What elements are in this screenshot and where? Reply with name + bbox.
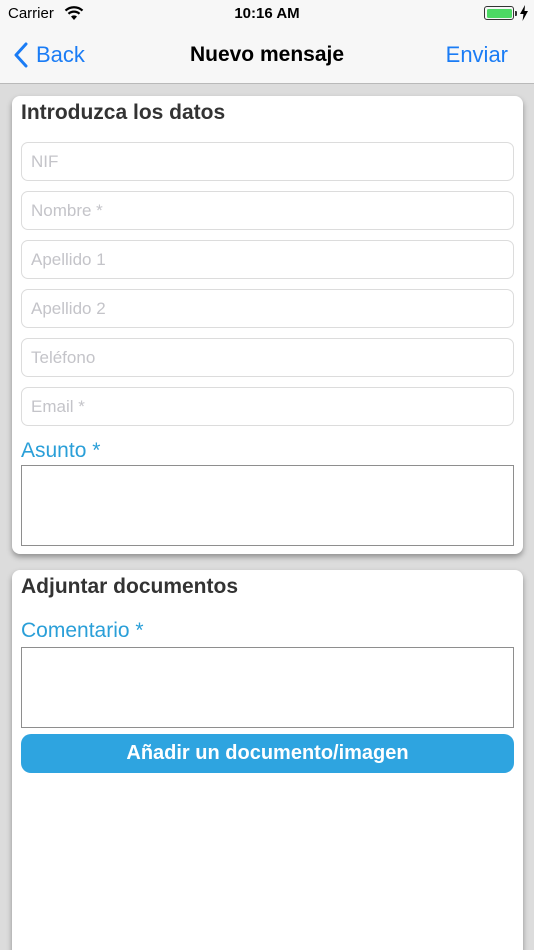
status-bar: Carrier 10:16 AM [0, 0, 534, 28]
battery-level-fill [486, 8, 512, 18]
surname1-field[interactable] [21, 240, 514, 279]
attachments-card: Adjuntar documentos Comentario * Añadir … [12, 570, 523, 950]
personal-data-title: Introduzca los datos [21, 101, 226, 124]
phone-field[interactable] [21, 338, 514, 377]
add-document-button[interactable]: Añadir un documento/imagen [21, 734, 514, 773]
subject-textarea[interactable] [21, 465, 514, 546]
send-button[interactable]: Enviar [446, 42, 508, 68]
navigation-bar: Back Nuevo mensaje Enviar [0, 28, 534, 84]
personal-data-card: Introduzca los datos Asunto * [12, 96, 523, 554]
status-time: 10:16 AM [234, 5, 300, 22]
surname2-field[interactable] [21, 289, 514, 328]
screen: Carrier 10:16 AM Back Nuevo mensaje Envi… [0, 0, 534, 950]
battery-tip [515, 10, 517, 16]
name-field[interactable] [21, 191, 514, 230]
comment-textarea[interactable] [21, 647, 514, 728]
comment-label: Comentario * [21, 619, 144, 642]
battery-icon [484, 6, 517, 20]
email-field[interactable] [21, 387, 514, 426]
charging-bolt-icon [520, 5, 528, 21]
subject-label: Asunto * [21, 439, 101, 462]
attachments-title: Adjuntar documentos [21, 575, 239, 598]
nif-field[interactable] [21, 142, 514, 181]
